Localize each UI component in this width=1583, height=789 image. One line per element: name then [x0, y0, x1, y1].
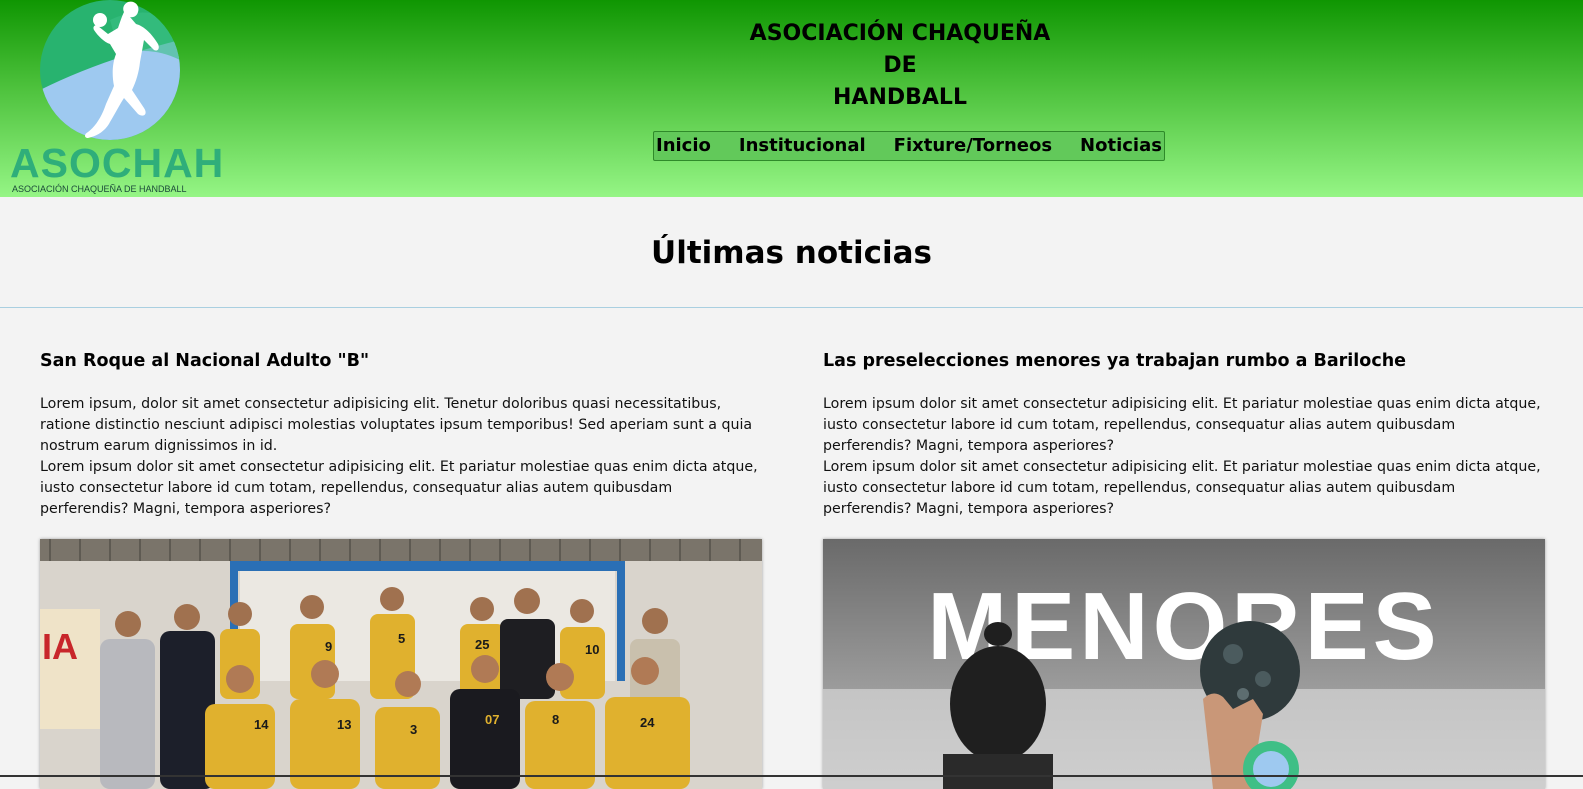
- nav-link-inicio[interactable]: Inicio: [656, 132, 725, 160]
- svg-text:8: 8: [552, 712, 559, 727]
- news-card: Las preselecciones menores ya trabajan r…: [823, 348, 1545, 789]
- news-section-header: Últimas noticias: [0, 197, 1583, 308]
- news-image-team-photo[interactable]: IA 14 13 3 07 8 24 9 5 25 10: [40, 539, 762, 789]
- nav-link-fixture-torneos[interactable]: Fixture/Torneos: [880, 132, 1066, 160]
- svg-text:25: 25: [475, 637, 489, 652]
- logo-subtitle: ASOCIACIÓN CHAQUEÑA DE HANDBALL: [12, 184, 187, 194]
- news-title[interactable]: Las preselecciones menores ya trabajan r…: [823, 348, 1545, 374]
- site-header: ASOCHAH ASOCIACIÓN CHAQUEÑA DE HANDBALL …: [0, 0, 1583, 197]
- news-paragraph: Lorem ipsum, dolor sit amet consectetur …: [40, 396, 753, 454]
- news-image-menores-photo[interactable]: MENORES: [823, 539, 1545, 789]
- svg-text:5: 5: [398, 631, 405, 646]
- nav-link-noticias[interactable]: Noticias: [1066, 132, 1162, 160]
- svg-text:13: 13: [337, 717, 351, 732]
- handball-player-emblem: [40, 0, 180, 140]
- news-card: San Roque al Nacional Adulto "B" Lorem i…: [40, 348, 762, 789]
- nav-link-institucional[interactable]: Institucional: [725, 132, 880, 160]
- svg-text:07: 07: [485, 712, 499, 727]
- svg-text:14: 14: [254, 717, 269, 732]
- news-body: Lorem ipsum dolor sit amet consectetur a…: [823, 394, 1545, 520]
- svg-text:24: 24: [640, 715, 655, 730]
- site-title: ASOCIACIÓN CHAQUEÑA DE HANDBALL: [640, 18, 1160, 114]
- logo-wordmark: ASOCHAH: [10, 140, 225, 186]
- site-title-line-2: DE: [883, 53, 917, 78]
- news-title[interactable]: San Roque al Nacional Adulto "B": [40, 348, 762, 374]
- news-paragraph: Lorem ipsum dolor sit amet consectetur a…: [40, 459, 758, 517]
- news-paragraph: Lorem ipsum dolor sit amet consectetur a…: [823, 396, 1541, 454]
- svg-text:3: 3: [410, 722, 417, 737]
- news-paragraph: Lorem ipsum dolor sit amet consectetur a…: [823, 459, 1541, 517]
- site-title-line-3: HANDBALL: [833, 85, 967, 110]
- svg-text:10: 10: [585, 642, 599, 657]
- section-title: Últimas noticias: [651, 235, 932, 271]
- site-title-line-1: ASOCIACIÓN CHAQUEÑA: [749, 21, 1051, 46]
- news-body: Lorem ipsum, dolor sit amet consectetur …: [40, 394, 762, 520]
- svg-text:IA: IA: [42, 626, 78, 667]
- main-nav: Inicio Institucional Fixture/Torneos Not…: [653, 131, 1165, 161]
- svg-text:9: 9: [325, 639, 332, 654]
- asochah-logo[interactable]: ASOCHAH ASOCIACIÓN CHAQUEÑA DE HANDBALL: [10, 0, 223, 196]
